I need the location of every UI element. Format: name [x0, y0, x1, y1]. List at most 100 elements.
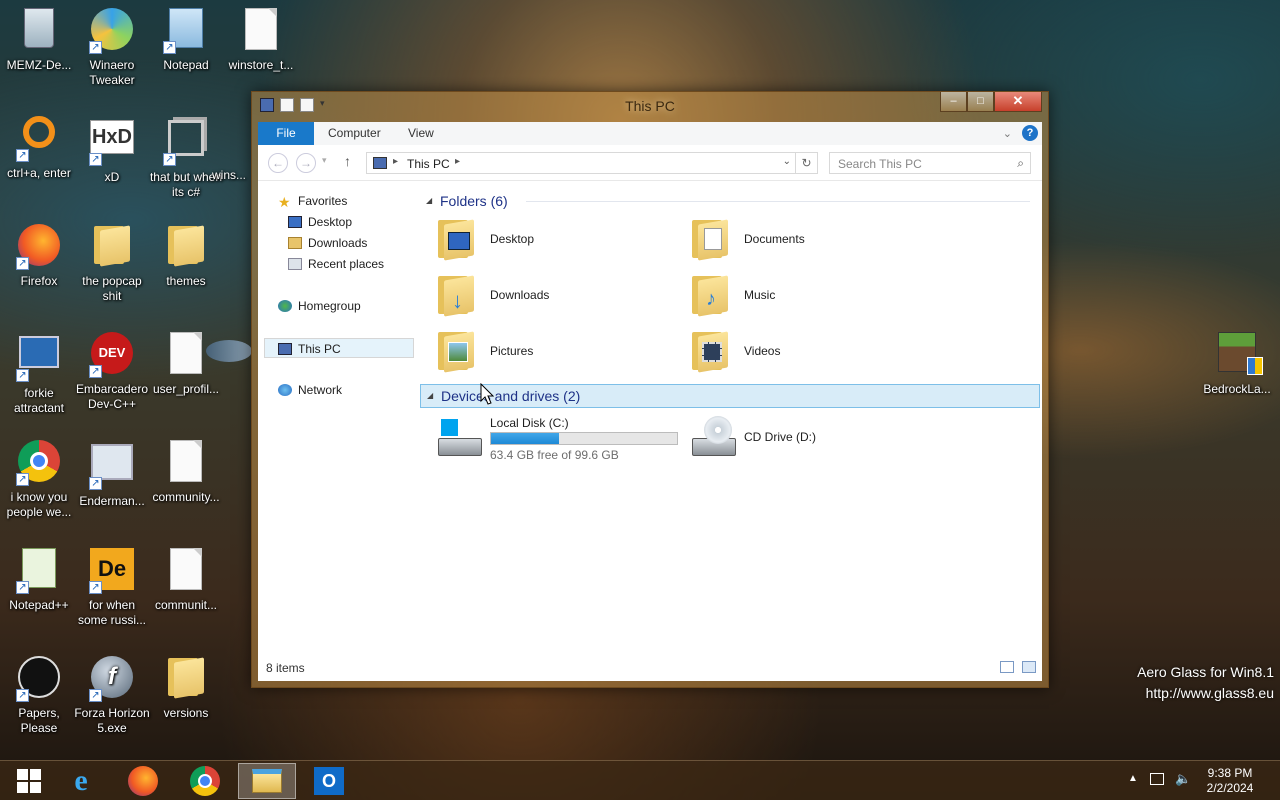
documents-folder-icon — [692, 218, 738, 264]
address-dropdown-icon[interactable]: ⌄ — [783, 156, 791, 167]
folder-tile-documents[interactable]: Documents — [692, 216, 942, 266]
magnifier-icon: ↗ — [16, 116, 62, 162]
window-title: This PC — [625, 98, 675, 114]
desktop-icon-winstore[interactable]: winstore_t... — [222, 8, 300, 73]
outlook-icon: O — [314, 767, 344, 795]
desktop-icon-russi[interactable]: De ↗ for when some russi... — [73, 548, 151, 628]
nav-downloads[interactable]: Downloads — [288, 233, 367, 253]
expand-ribbon-chevron-icon[interactable]: ⌄ — [1003, 127, 1012, 140]
devices-group-header[interactable]: ◢ Devices and drives (2) — [420, 384, 1040, 408]
nav-favorites[interactable]: ★ Favorites — [278, 191, 347, 211]
desktop-icon-forza[interactable]: f ↗ Forza Horizon 5.exe — [73, 656, 151, 736]
drive-tile-d[interactable]: CD Drive (D:) — [692, 414, 942, 464]
clock[interactable]: 9:38 PM 2/2/2024 — [1200, 766, 1260, 796]
breadcrumb-chevron-icon[interactable]: ▸ — [455, 156, 460, 167]
volume-muted-icon[interactable]: 🔈 — [1175, 771, 1191, 787]
desktop-folder-icon — [438, 218, 484, 264]
internet-explorer-icon: e — [74, 764, 88, 797]
desktop-icon-chrome[interactable]: ↗ i know you people we... — [0, 440, 78, 520]
folder-tile-desktop[interactable]: Desktop — [438, 216, 688, 266]
large-icons-view-icon[interactable] — [1022, 661, 1036, 673]
desktop-icon-notepadpp[interactable]: ↗ Notepad++ — [0, 548, 78, 613]
minimize-button[interactable]: – — [940, 92, 967, 112]
tab-view[interactable]: View — [408, 122, 434, 145]
uac-shield-icon — [1247, 357, 1263, 375]
star-icon: ★ — [278, 194, 291, 210]
disk-usage-fill — [491, 433, 559, 444]
ribbon-tabs: File Computer View ⌄ ? — [258, 122, 1042, 145]
shortcut-arrow-icon: ↗ — [89, 689, 102, 702]
network-status-icon[interactable] — [1150, 773, 1164, 785]
desktop-icon-winaero[interactable]: ↗ Winaero Tweaker — [73, 8, 151, 88]
collapse-triangle-icon[interactable]: ◢ — [426, 190, 432, 212]
tab-computer[interactable]: Computer — [328, 122, 381, 145]
firefox-icon — [128, 766, 158, 796]
help-button[interactable]: ? — [1022, 125, 1038, 141]
desktop-icon-memz[interactable]: MEMZ-De... — [0, 8, 78, 73]
taskbar-firefox[interactable] — [114, 763, 172, 799]
breadcrumb-this-pc[interactable]: This PC — [407, 157, 450, 171]
taskbar-chrome[interactable] — [176, 763, 234, 799]
desktop-icon-community-2[interactable]: communit... — [147, 548, 225, 613]
collapse-triangle-icon[interactable]: ◢ — [427, 385, 433, 407]
breadcrumb-chevron-icon[interactable]: ▸ — [393, 156, 398, 167]
folder-tile-videos[interactable]: Videos — [692, 328, 942, 378]
nav-this-pc[interactable]: This PC — [264, 338, 414, 358]
start-button[interactable] — [0, 763, 58, 799]
refresh-button[interactable]: ↻ — [795, 153, 817, 173]
desktop-icon-devcpp[interactable]: DEV ↗ Embarcadero Dev-C++ — [73, 332, 151, 412]
address-bar[interactable]: ▸ This PC ▸ ⌄ ↻ — [366, 152, 818, 174]
up-button[interactable]: ↑ — [344, 153, 351, 169]
fish-image — [206, 340, 252, 362]
taskbar: e O ▲ 🔈 9:38 PM 2/2/2024 — [0, 760, 1280, 800]
maximize-button[interactable]: □ — [967, 92, 994, 112]
nav-recent-places[interactable]: Recent places — [288, 254, 384, 274]
mouse-cursor-icon — [480, 383, 494, 405]
title-bar[interactable]: ▾ This PC – □ ✕ — [252, 92, 1048, 122]
desktop-icon-bedrock[interactable]: BedrockLa... — [1198, 332, 1276, 397]
desktop-icon-community-1[interactable]: community... — [147, 440, 225, 505]
forward-button[interactable]: → — [296, 153, 316, 173]
show-hidden-icons-chevron-icon[interactable]: ▲ — [1128, 773, 1138, 784]
firefox-icon: ↗ — [16, 224, 62, 270]
folder-tile-downloads[interactable]: ↓ Downloads — [438, 272, 688, 322]
desktop-icon-xd[interactable]: HxD ↗ xD — [73, 116, 151, 185]
taskbar-file-explorer[interactable] — [238, 763, 296, 799]
desktop-icon-notepad[interactable]: ↗ Notepad — [147, 8, 225, 73]
desktop-icon-csharp[interactable]: ↗ that but when its c# — [147, 116, 225, 200]
folder-tile-music[interactable]: ♪ Music — [692, 272, 942, 322]
folders-group-header[interactable]: ◢ Folders (6) — [420, 190, 1040, 214]
nav-desktop[interactable]: Desktop — [288, 212, 352, 232]
shortcut-arrow-icon: ↗ — [89, 477, 102, 490]
desktop-icon-enderman[interactable]: ↗ Enderman... — [73, 440, 151, 509]
shortcut-arrow-icon: ↗ — [16, 473, 29, 486]
search-input[interactable]: Search This PC ⌕ — [829, 152, 1031, 174]
drive-tile-c[interactable]: Local Disk (C:) 63.4 GB free of 99.6 GB — [438, 414, 688, 464]
shortcut-arrow-icon: ↗ — [16, 149, 29, 162]
shortcut-arrow-icon: ↗ — [16, 581, 29, 594]
de-icon: De ↗ — [89, 548, 135, 594]
windows-logo-icon — [440, 418, 458, 436]
shortcut-arrow-icon: ↗ — [89, 41, 102, 54]
tab-file[interactable]: File — [258, 122, 314, 145]
nav-network[interactable]: Network — [278, 380, 342, 400]
taskbar-outlook[interactable]: O — [300, 763, 358, 799]
folder-tile-pictures[interactable]: Pictures — [438, 328, 688, 378]
details-view-icon[interactable] — [1000, 661, 1014, 673]
desktop-icon-ctrl-a[interactable]: ↗ ctrl+a, enter — [0, 116, 78, 181]
desktop-icon-popcap[interactable]: the popcap shit — [73, 224, 151, 304]
desktop-icon-firefox[interactable]: ↗ Firefox — [0, 224, 78, 289]
shortcut-arrow-icon: ↗ — [163, 41, 176, 54]
desktop-icon-versions[interactable]: versions — [147, 656, 225, 721]
desktop-icon-themes[interactable]: themes — [147, 224, 225, 289]
videos-folder-icon — [692, 330, 738, 376]
nav-homegroup[interactable]: Homegroup — [278, 296, 361, 316]
back-button[interactable]: ← — [268, 153, 288, 173]
desktop-icon-papers-please[interactable]: ↗ Papers, Please — [0, 656, 78, 736]
taskbar-internet-explorer[interactable]: e — [52, 763, 110, 799]
desktop-icon-wins[interactable]: wins... — [212, 168, 252, 183]
close-button[interactable]: ✕ — [994, 92, 1042, 112]
desktop-icon-forkie[interactable]: ↗ forkie attractant — [0, 332, 78, 416]
folder-icon — [89, 224, 135, 270]
recent-locations-chevron-icon[interactable]: ▾ — [322, 155, 327, 166]
